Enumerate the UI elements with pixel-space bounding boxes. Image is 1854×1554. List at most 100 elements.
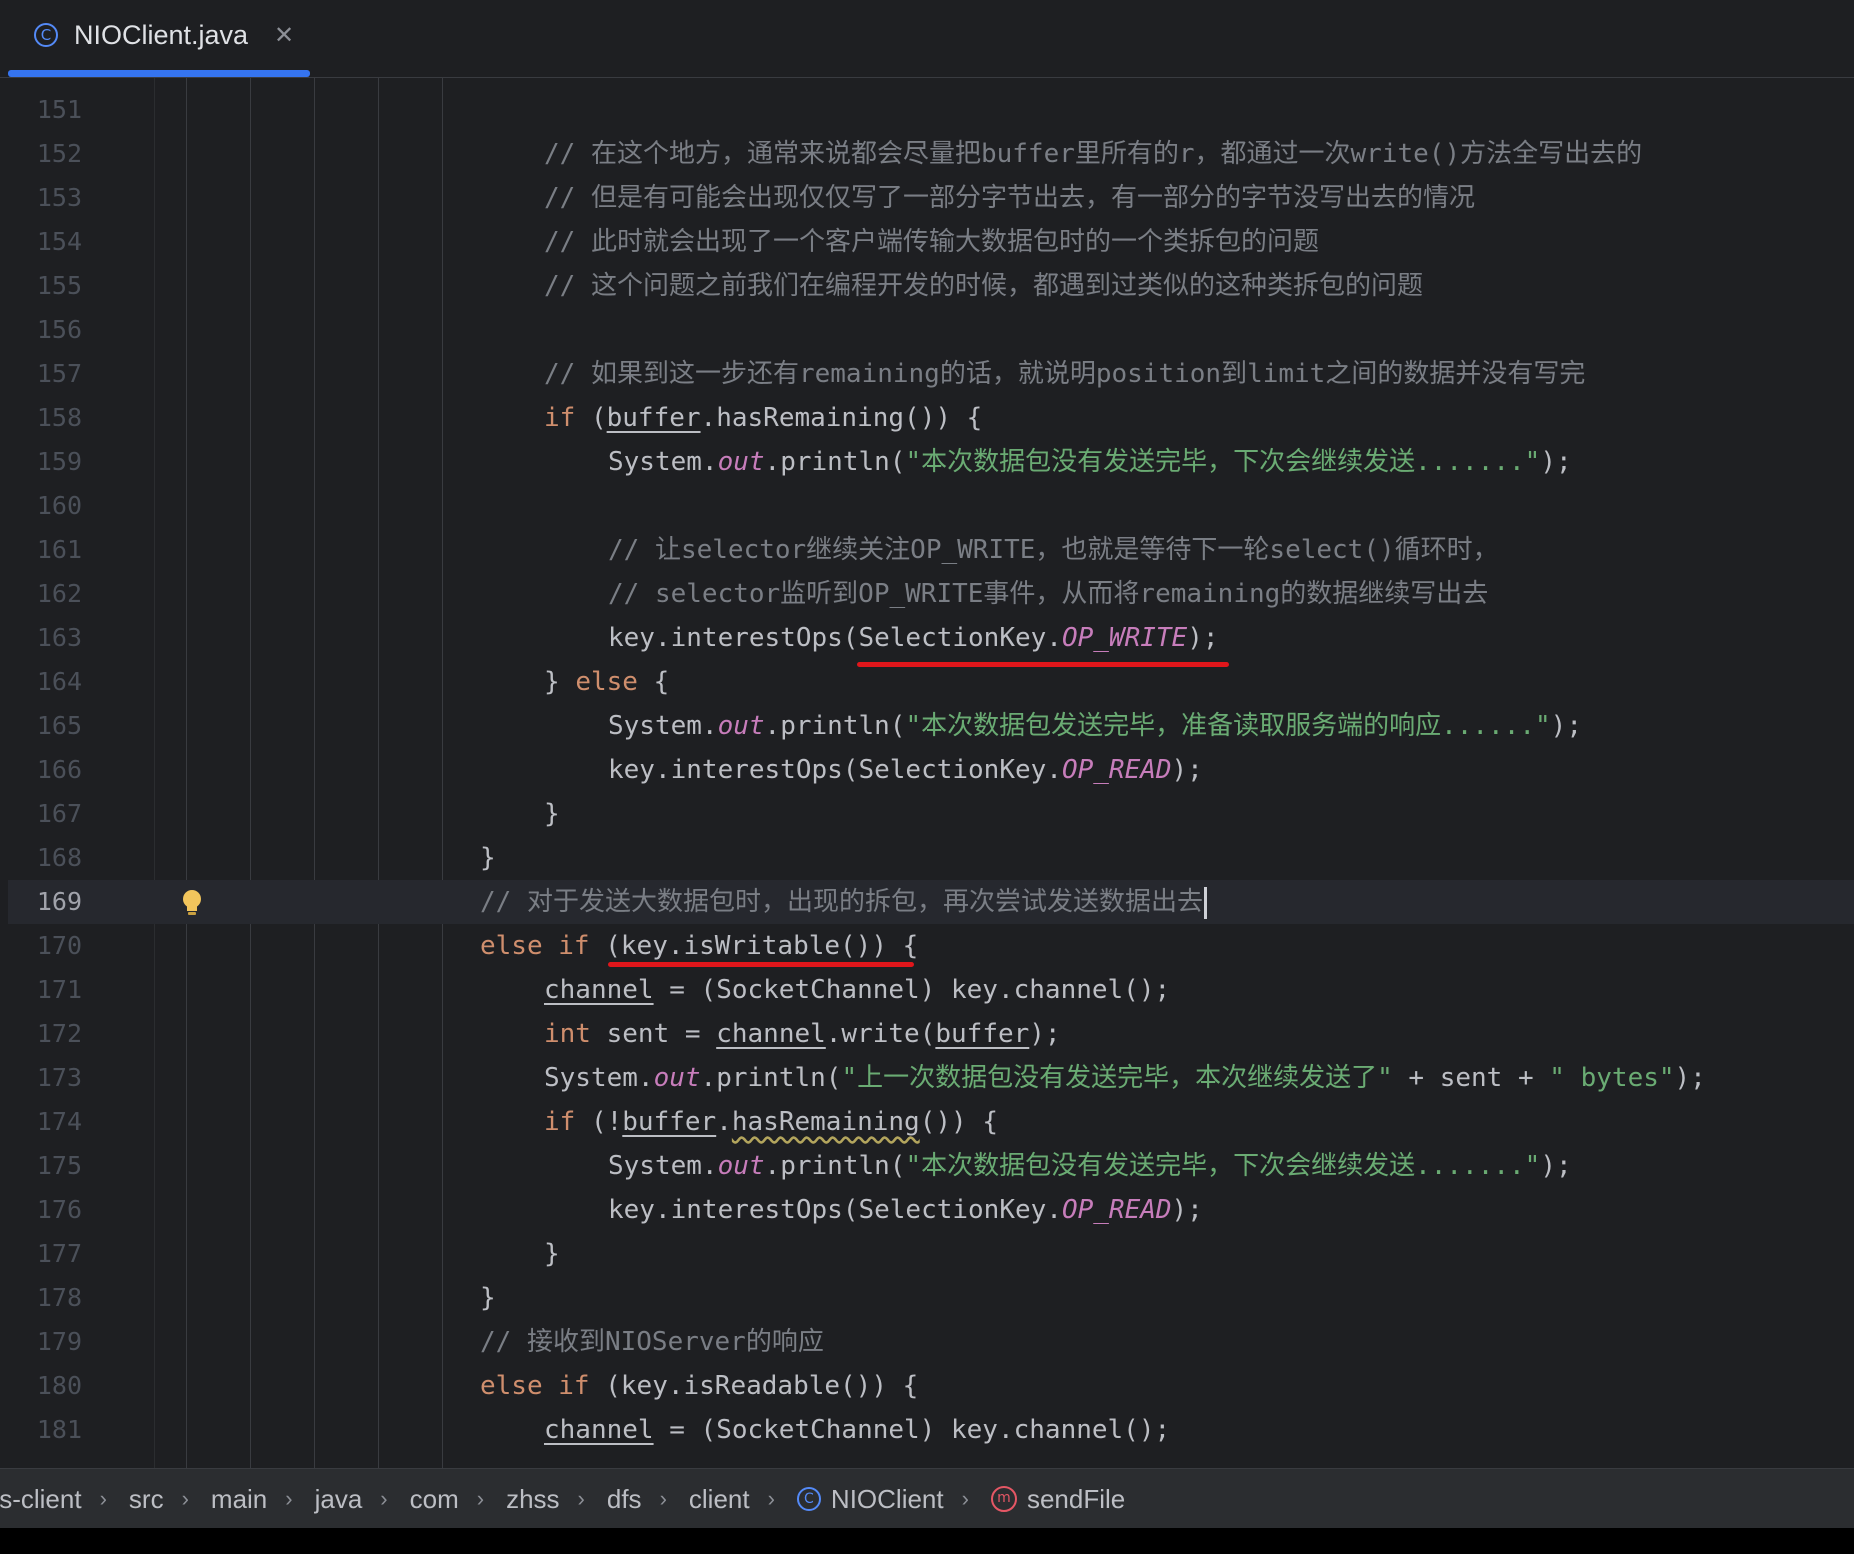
text-caret <box>1203 886 1207 919</box>
line-number[interactable]: 164 <box>8 660 82 704</box>
close-icon[interactable]: ✕ <box>274 20 294 50</box>
chevron-right-icon: › <box>285 1486 293 1511</box>
line-number[interactable]: 153 <box>8 176 82 220</box>
line-number[interactable]: 174 <box>8 1100 82 1144</box>
line-number[interactable]: 167 <box>8 792 82 836</box>
code-line[interactable]: 179 // 接收到NIOServer的响应 <box>8 1320 1854 1364</box>
code-text: } <box>480 1283 496 1313</box>
code-text: // 在这个地方，通常来说都会尽量把buffer里所有的r，都通过一次write… <box>544 139 1643 169</box>
line-number[interactable]: 165 <box>8 704 82 748</box>
code-line[interactable]: 175 System.out.println("本次数据包没有发送完毕，下次会继续… <box>8 1144 1854 1188</box>
breadcrumb-item-dfs[interactable]: dfs <box>607 1484 642 1515</box>
code-line[interactable]: 167} <box>8 792 1854 836</box>
breadcrumb-label: com <box>409 1483 459 1514</box>
code-line[interactable]: 166 key.interestOps(SelectionKey.OP_READ)… <box>8 748 1854 792</box>
code-line[interactable]: 160 <box>8 484 1854 528</box>
code-text: // 接收到NIOServer的响应 <box>480 1327 824 1357</box>
breadcrumb-item-nioclient[interactable]: C NIOClient <box>796 1484 944 1515</box>
code-line[interactable]: 154 // 此时就会出现了一个客户端传输大数据包时的一个类拆包的问题 <box>8 220 1854 264</box>
code-line[interactable]: 153 // 但是有可能会出现仅仅写了一部分字节出去，有一部分的字节没写出去的情况 <box>8 176 1854 220</box>
editor-tab-bar: C NIOClient.java ✕ <box>0 0 1854 78</box>
code-line[interactable]: 158 if (buffer.hasRemaining()) { <box>8 396 1854 440</box>
line-number[interactable]: 158 <box>8 396 82 440</box>
line-number[interactable]: 152 <box>8 132 82 176</box>
code-text: System.out.println("本次数据包发送完毕，准备读取服务端的响应… <box>608 711 1582 741</box>
code-line[interactable]: 161 // 让selector继续关注OP_WRITE，也就是等待下一轮sele… <box>8 528 1854 572</box>
ide-window: C NIOClient.java ✕ 151 152 // 在这个地方，通常来说都会… <box>0 0 1854 1528</box>
line-number[interactable]: 161 <box>8 528 82 572</box>
breadcrumb-item-fs-client[interactable]: fs-client <box>0 1484 82 1515</box>
line-number[interactable]: 151 <box>8 88 82 132</box>
code-line[interactable]: 162 // selector监听到OP_WRITE事件，从而将remaining… <box>8 572 1854 616</box>
line-number[interactable]: 162 <box>8 572 82 616</box>
code-line[interactable]: 169 // 对于发送大数据包时，出现的拆包，再次尝试发送数据出去 <box>8 880 1854 924</box>
code-editor[interactable]: 151 152 // 在这个地方，通常来说都会尽量把buffer里所有的r，都通过一… <box>8 78 1854 1468</box>
code-text: System.out.println("本次数据包没有发送完毕，下次会继续发送.… <box>608 1151 1572 1181</box>
line-number[interactable]: 181 <box>8 1408 82 1452</box>
chevron-right-icon: › <box>99 1486 107 1511</box>
breadcrumb-item-src[interactable]: src <box>129 1484 164 1515</box>
code-text: key.interestOps(SelectionKey.OP_READ); <box>608 1195 1203 1225</box>
code-line[interactable]: 152 // 在这个地方，通常来说都会尽量把buffer里所有的r，都通过一次wr… <box>8 132 1854 176</box>
breadcrumb-item-java[interactable]: java <box>315 1484 363 1515</box>
chevron-right-icon: › <box>577 1486 585 1511</box>
code-line[interactable]: 155 // 这个问题之前我们在编程开发的时候，都遇到过类似的这种类拆包的问题 <box>8 264 1854 308</box>
line-number[interactable]: 173 <box>8 1056 82 1100</box>
line-number[interactable]: 160 <box>8 484 82 528</box>
code-line[interactable]: 170 else if (key.isWritable()) { <box>8 924 1854 968</box>
line-number[interactable]: 159 <box>8 440 82 484</box>
code-line[interactable]: 151 <box>8 88 1854 132</box>
breadcrumb: fs-client › src › main › java › com › zhss › dfs › cli… <box>0 1469 1125 1528</box>
code-text: System.out.println("本次数据包没有发送完毕，下次会继续发送.… <box>608 447 1572 477</box>
breadcrumb-item-main[interactable]: main <box>211 1484 267 1515</box>
line-number[interactable]: 155 <box>8 264 82 308</box>
line-number[interactable]: 170 <box>8 924 82 968</box>
tab-nioclient-java[interactable]: C NIOClient.java ✕ <box>8 0 310 77</box>
breadcrumb-item-sendfile[interactable]: m sendFile <box>990 1483 1126 1515</box>
code-line[interactable]: 177} <box>8 1232 1854 1276</box>
code-line[interactable]: 173 System.out.println("上一次数据包没有发送完毕，本次继续… <box>8 1056 1854 1100</box>
red-annotation-underline <box>857 662 1229 667</box>
breadcrumb-item-com[interactable]: com <box>410 1484 459 1515</box>
code-line[interactable]: 181 channel = (SocketChannel) key.channel… <box>8 1408 1854 1452</box>
code-text: channel = (SocketChannel) key.channel(); <box>544 1415 1171 1445</box>
line-number[interactable]: 172 <box>8 1012 82 1056</box>
navigation-breadcrumb: fs-client › src › main › java › com › zhss › dfs › cli… <box>0 1468 1854 1528</box>
line-number[interactable]: 175 <box>8 1144 82 1188</box>
line-number[interactable]: 157 <box>8 352 82 396</box>
lightbulb-icon[interactable] <box>178 888 206 918</box>
code-text: channel = (SocketChannel) key.channel(); <box>544 975 1171 1005</box>
code-line[interactable]: 180 else if (key.isReadable()) { <box>8 1364 1854 1408</box>
code-line[interactable]: 159 System.out.println("本次数据包没有发送完毕，下次会继续… <box>8 440 1854 484</box>
code-line[interactable]: 171 channel = (SocketChannel) key.channel… <box>8 968 1854 1012</box>
breadcrumb-item-zhss[interactable]: zhss <box>506 1484 559 1515</box>
code-text: // 但是有可能会出现仅仅写了一部分字节出去，有一部分的字节没写出去的情况 <box>544 183 1475 213</box>
line-number[interactable]: 168 <box>8 836 82 880</box>
code-line[interactable]: 176 key.interestOps(SelectionKey.OP_READ)… <box>8 1188 1854 1232</box>
code-line[interactable]: 174 if (!buffer.hasRemaining()) { <box>8 1100 1854 1144</box>
breadcrumb-label: java <box>314 1483 363 1514</box>
code-line[interactable]: 168} <box>8 836 1854 880</box>
code-line[interactable]: 172 int sent = channel.write(buffer); <box>8 1012 1854 1056</box>
active-tab-indicator <box>8 70 310 77</box>
code-line[interactable]: 165 System.out.println("本次数据包发送完毕，准备读取服务端… <box>8 704 1854 748</box>
breadcrumb-label: sendFile <box>1026 1483 1126 1514</box>
code-text: if (buffer.hasRemaining()) { <box>544 403 983 433</box>
line-number[interactable]: 163 <box>8 616 82 660</box>
line-number[interactable]: 179 <box>8 1320 82 1364</box>
breadcrumb-item-client[interactable]: client <box>689 1484 750 1515</box>
code-line[interactable]: 163 key.interestOps(SelectionKey.OP_WRITE… <box>8 616 1854 660</box>
line-number[interactable]: 154 <box>8 220 82 264</box>
line-number[interactable]: 166 <box>8 748 82 792</box>
code-line[interactable]: 157 // 如果到这一步还有remaining的话，就说明position到li… <box>8 352 1854 396</box>
line-number[interactable]: 176 <box>8 1188 82 1232</box>
line-number[interactable]: 180 <box>8 1364 82 1408</box>
line-number[interactable]: 177 <box>8 1232 82 1276</box>
breadcrumb-label: dfs <box>606 1483 642 1514</box>
line-number[interactable]: 169 <box>8 880 82 924</box>
code-line[interactable]: 178} <box>8 1276 1854 1320</box>
code-line[interactable]: 156 <box>8 308 1854 352</box>
line-number[interactable]: 178 <box>8 1276 82 1320</box>
line-number[interactable]: 171 <box>8 968 82 1012</box>
line-number[interactable]: 156 <box>8 308 82 352</box>
